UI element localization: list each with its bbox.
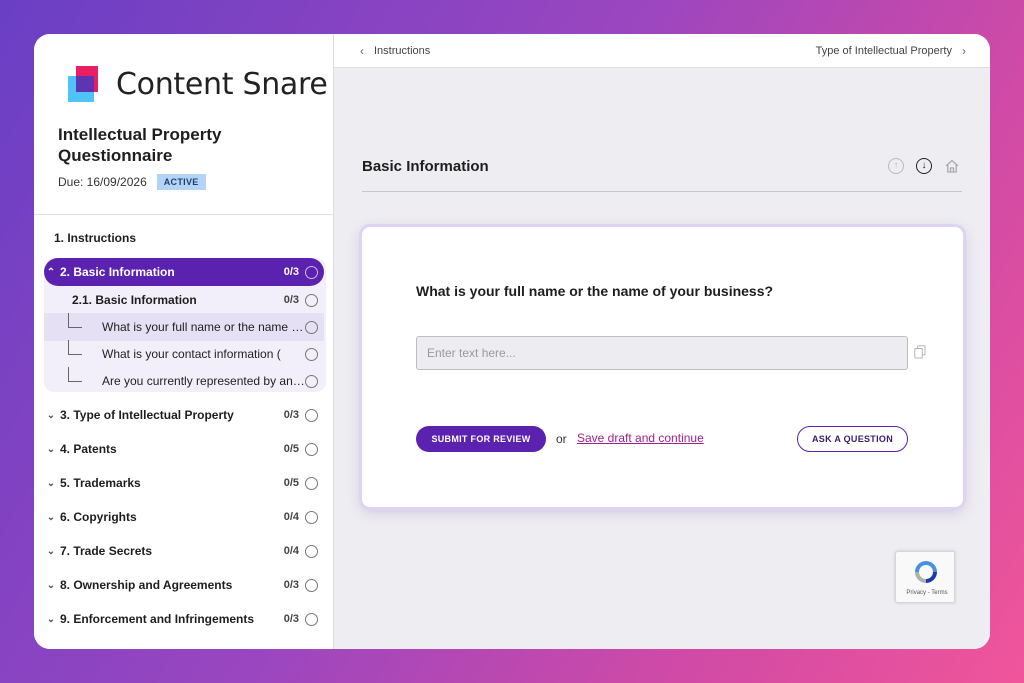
status-circle-icon bbox=[305, 612, 318, 626]
nav-item-label: 2.1. Basic Information bbox=[72, 293, 197, 307]
save-draft-link[interactable]: Save draft and continue bbox=[577, 431, 704, 445]
nav-item-label: What is your contact information ( bbox=[102, 347, 281, 361]
section-controls: ↑ ↓ bbox=[888, 158, 960, 174]
nav-item-patents[interactable]: ⌄ 4. Patents 0/5 bbox=[44, 435, 324, 463]
nav-item-copyrights[interactable]: ⌄ 6. Copyrights 0/4 bbox=[44, 503, 324, 531]
brand-logo: Content Snare bbox=[68, 64, 328, 104]
status-circle-icon bbox=[305, 408, 318, 422]
nav-item-ownership[interactable]: ⌄ 8. Ownership and Agreements 0/3 bbox=[44, 571, 324, 599]
status-badge: ACTIVE bbox=[156, 174, 206, 190]
tree-connector bbox=[68, 340, 90, 368]
status-circle-icon bbox=[305, 442, 318, 456]
submit-for-review-button[interactable]: SUBMIT FOR REVIEW bbox=[416, 426, 546, 452]
tree-connector bbox=[68, 367, 90, 395]
status-circle-icon bbox=[305, 320, 318, 334]
section-divider bbox=[362, 191, 962, 192]
nav-item-label: 9. Enforcement and Infringements bbox=[60, 612, 255, 626]
status-circle-icon bbox=[305, 510, 318, 524]
home-icon[interactable] bbox=[944, 158, 960, 174]
progress-count: 0/3 bbox=[283, 294, 299, 306]
nav-item-enforcement[interactable]: ⌄ 9. Enforcement and Infringements 0/3 bbox=[44, 605, 324, 633]
status-circle-icon bbox=[305, 374, 318, 388]
app-window: Content Snare Intellectual Property Ques… bbox=[34, 34, 990, 649]
nav-item-label: What is your full name or the name of yo… bbox=[102, 320, 305, 334]
progress-count: 0/3 bbox=[283, 266, 299, 278]
nav-item-label: 6. Copyrights bbox=[60, 510, 137, 524]
nav-item-basic-information[interactable]: ⌃ 2. Basic Information 0/3 bbox=[44, 258, 324, 286]
status-circle-icon bbox=[305, 265, 318, 279]
question-card: What is your full name or the name of yo… bbox=[362, 227, 963, 507]
progress-count: 0/5 bbox=[283, 443, 299, 455]
progress-count: 0/3 bbox=[283, 409, 299, 421]
progress-count: 0/4 bbox=[283, 545, 299, 557]
recaptcha-icon bbox=[915, 561, 937, 583]
nav-item-label: 7. Trade Secrets bbox=[60, 544, 153, 558]
recaptcha-badge[interactable]: Privacy - Terms bbox=[895, 551, 955, 603]
nav-item-trade-secrets[interactable]: ⌄ 7. Trade Secrets 0/4 bbox=[44, 537, 324, 565]
nav-item-label: 1. Instructions bbox=[54, 231, 137, 245]
logo-mark-icon bbox=[68, 64, 104, 104]
next-section-link[interactable]: Type of Intellectual Property › bbox=[816, 44, 966, 58]
question-text: What is your full name or the name of yo… bbox=[416, 283, 774, 299]
chevron-left-icon: ‹ bbox=[360, 44, 364, 58]
chevron-down-icon: ⌄ bbox=[46, 477, 56, 489]
answer-input[interactable] bbox=[416, 336, 908, 370]
due-date: Due: 16/09/2026 bbox=[58, 175, 147, 189]
scroll-up-icon[interactable]: ↑ bbox=[888, 158, 904, 174]
top-navigation-bar: ‹ Instructions Type of Intellectual Prop… bbox=[334, 34, 990, 68]
ask-question-button[interactable]: ASK A QUESTION bbox=[797, 426, 908, 452]
nav-item-trademarks[interactable]: ⌄ 5. Trademarks 0/5 bbox=[44, 469, 324, 497]
chevron-down-icon: ⌄ bbox=[46, 511, 56, 523]
recaptcha-links: Privacy - Terms bbox=[906, 590, 948, 596]
status-circle-icon bbox=[305, 544, 318, 558]
scroll-down-icon[interactable]: ↓ bbox=[916, 158, 932, 174]
status-circle-icon bbox=[305, 293, 318, 307]
brand-name: Content Snare bbox=[116, 66, 328, 102]
chevron-down-icon: ⌄ bbox=[46, 545, 56, 557]
chevron-up-icon: ⌃ bbox=[46, 266, 56, 278]
nav-item-label: 3. Type of Intellectual Property bbox=[60, 408, 234, 422]
status-circle-icon bbox=[305, 476, 318, 490]
nav-item-label: 8. Ownership and Agreements bbox=[60, 578, 233, 592]
tree-connector bbox=[68, 313, 90, 341]
status-circle-icon bbox=[305, 578, 318, 592]
or-text: or bbox=[556, 432, 567, 446]
chevron-down-icon: ⌄ bbox=[46, 579, 56, 591]
progress-count: 0/4 bbox=[283, 511, 299, 523]
main-content: ‹ Instructions Type of Intellectual Prop… bbox=[334, 34, 990, 649]
previous-section-link[interactable]: ‹ Instructions bbox=[360, 44, 430, 58]
nav-question-represented[interactable]: Are you currently represented by an atto… bbox=[44, 367, 324, 395]
chevron-down-icon: ⌄ bbox=[46, 409, 56, 421]
sidebar: Content Snare Intellectual Property Ques… bbox=[34, 34, 334, 649]
copy-icon[interactable] bbox=[914, 345, 926, 359]
progress-count: 0/3 bbox=[283, 579, 299, 591]
chevron-down-icon: ⌄ bbox=[46, 443, 56, 455]
nav-question-contact-info[interactable]: What is your contact information ( bbox=[44, 340, 324, 368]
chevron-right-icon: › bbox=[962, 44, 966, 58]
nav-item-label: 5. Trademarks bbox=[60, 476, 141, 490]
nav-item-label: 2. Basic Information bbox=[60, 265, 175, 279]
progress-count: 0/5 bbox=[283, 477, 299, 489]
section-title: Basic Information bbox=[362, 158, 489, 175]
nav-question-full-name[interactable]: What is your full name or the name of yo… bbox=[44, 313, 324, 341]
nav-item-type-of-ip[interactable]: ⌄ 3. Type of Intellectual Property 0/3 bbox=[44, 401, 324, 429]
progress-count: 0/3 bbox=[283, 613, 299, 625]
status-circle-icon bbox=[305, 347, 318, 361]
nav-item-label: 4. Patents bbox=[60, 442, 117, 456]
due-row: Due: 16/09/2026 ACTIVE bbox=[58, 174, 206, 190]
previous-section-label: Instructions bbox=[374, 45, 431, 57]
nav-item-label: Are you currently represented by an atto… bbox=[102, 374, 305, 388]
next-section-label: Type of Intellectual Property bbox=[815, 45, 952, 57]
nav-subsection-basic-information[interactable]: 2.1. Basic Information 0/3 bbox=[44, 286, 324, 314]
sidebar-divider bbox=[34, 214, 334, 215]
nav-item-instructions[interactable]: 1. Instructions bbox=[44, 224, 324, 252]
questionnaire-title: Intellectual Property Questionnaire bbox=[58, 125, 222, 165]
chevron-down-icon: ⌄ bbox=[46, 613, 56, 625]
